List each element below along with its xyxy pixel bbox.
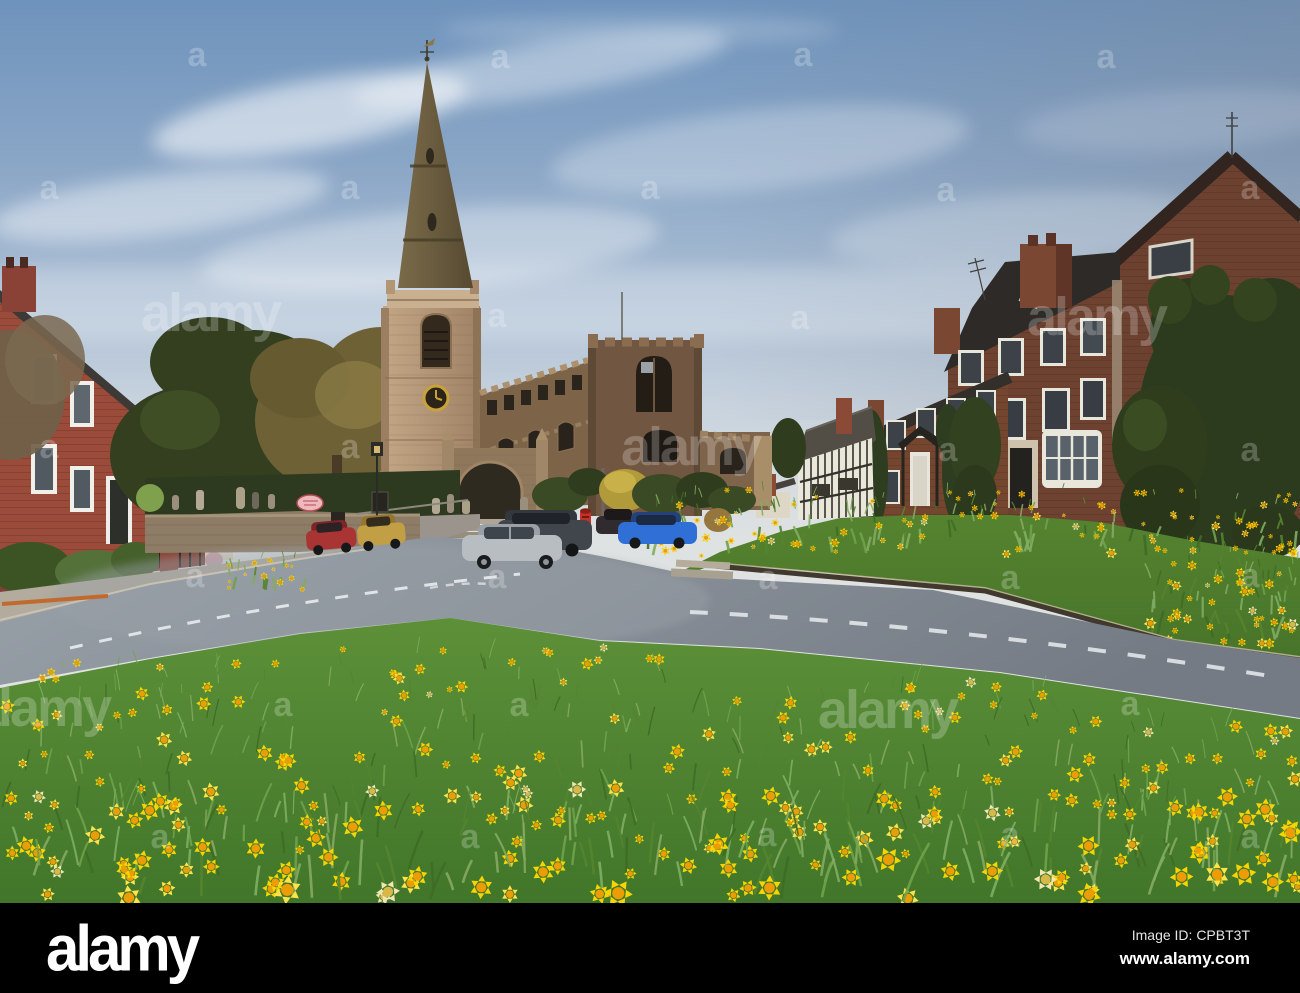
- hedge: [145, 470, 460, 518]
- image-id: Image ID: CPBT3T: [1131, 927, 1250, 943]
- bow-window: [1042, 430, 1102, 488]
- chimney: [934, 308, 960, 354]
- footer-bar: alamy Image ID: CPBT3T www.alamy.com: [0, 903, 1300, 993]
- dried-grass-shrub: [704, 508, 732, 532]
- ice-cream-sign: [296, 494, 324, 512]
- chimney: [836, 398, 852, 434]
- noticeboard: [371, 491, 389, 513]
- lattice-window: [838, 478, 858, 490]
- attic-window: [1148, 238, 1194, 280]
- stone-doorway: [1004, 440, 1038, 508]
- end-pier: [754, 436, 772, 506]
- chancel-window: [720, 448, 746, 474]
- photo-english-village-church-daffodils: alamyalamyalamyalamyalamyaaaaaaaaaaaaaaa…: [0, 0, 1300, 903]
- alamy-stock-photo-page: alamyalamyalamyalamyalamyaaaaaaaaaaaaaaa…: [0, 0, 1300, 993]
- tree: [770, 418, 806, 478]
- clock: [422, 384, 450, 412]
- alamy-url: www.alamy.com: [1119, 949, 1250, 968]
- chimney: [2, 266, 36, 312]
- lucarne: [426, 148, 434, 164]
- sunlit-shrub: [136, 484, 164, 512]
- tower-door: [643, 430, 677, 462]
- alamy-logo: alamy: [46, 911, 200, 985]
- lucarne: [427, 213, 437, 231]
